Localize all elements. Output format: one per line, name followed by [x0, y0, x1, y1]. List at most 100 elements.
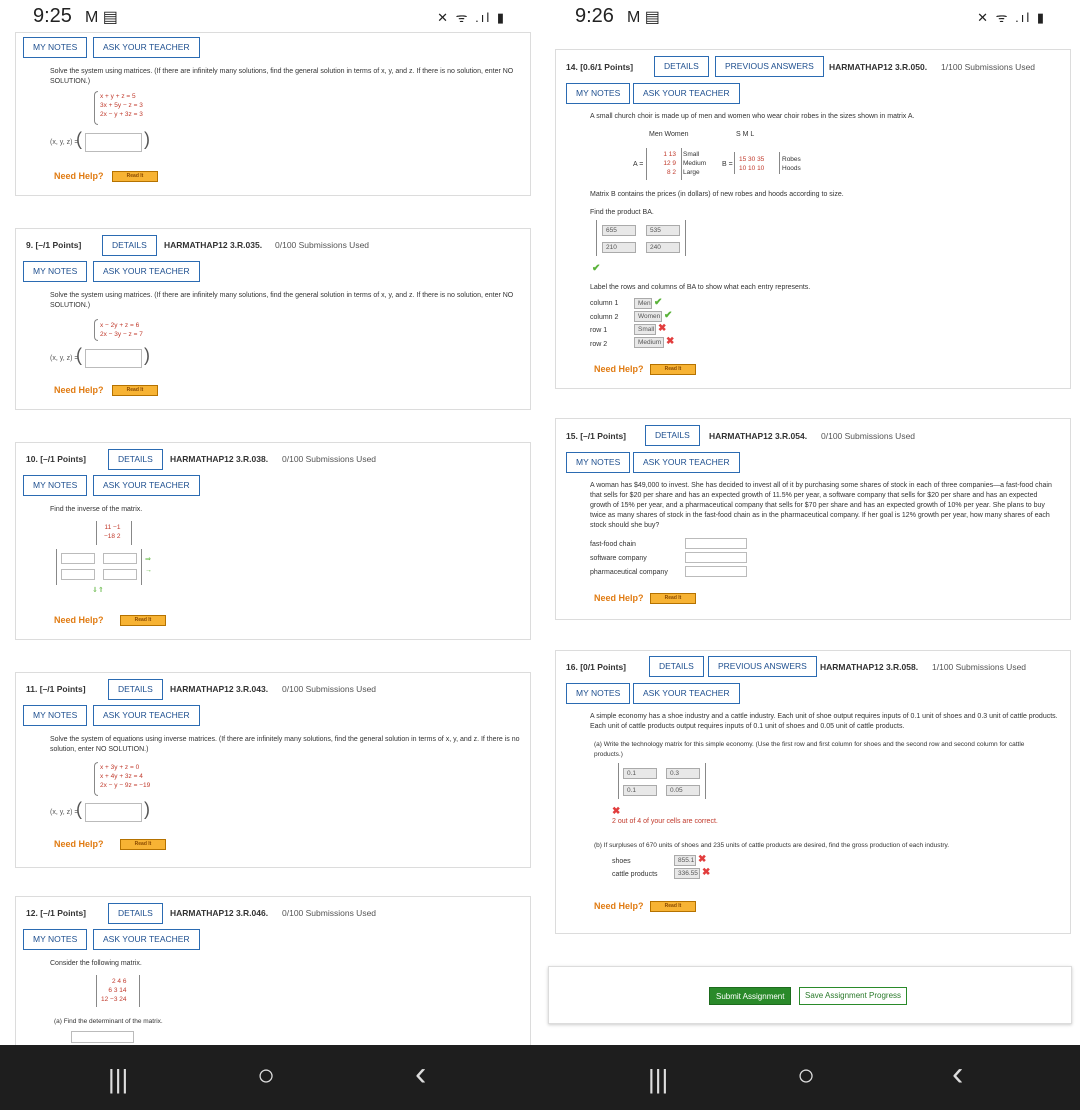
- question-card-12: 12. [–/1 Points] DETAILS HARMATHAP12 3.R…: [15, 896, 531, 1046]
- label-select[interactable]: Women: [634, 311, 662, 322]
- ask-teacher-button[interactable]: ASK YOUR TEACHER: [93, 705, 200, 726]
- read-it-button[interactable]: Read It: [120, 839, 166, 850]
- matrix-cell[interactable]: 0.1: [623, 768, 657, 779]
- home-icon[interactable]: ○: [257, 1059, 275, 1093]
- back-icon[interactable]: ‹: [952, 1055, 963, 1094]
- incorrect-x-icon: ✖: [702, 867, 711, 878]
- matrix-cell[interactable]: 0.05: [666, 785, 700, 796]
- read-it-button[interactable]: Read It: [120, 615, 166, 626]
- matrix-cell-input[interactable]: [103, 553, 137, 564]
- details-button[interactable]: DETAILS: [654, 56, 709, 77]
- submissions-used: 0/100 Submissions Used: [821, 431, 916, 441]
- details-button[interactable]: DETAILS: [645, 425, 700, 446]
- question-card-16: 16. [0/1 Points] DETAILS PREVIOUS ANSWER…: [555, 650, 1071, 934]
- matrix-b-name: B =: [722, 161, 733, 168]
- question-prompt: Solve the system using matrices. (If the…: [50, 68, 514, 85]
- my-notes-button[interactable]: MY NOTES: [23, 475, 88, 496]
- matrix-cell[interactable]: 655: [602, 225, 636, 236]
- question-code: HARMATHAP12 3.R.038.: [170, 454, 269, 464]
- answer-input[interactable]: [85, 133, 142, 152]
- matrix-b-description: Matrix B contains the prices (in dollars…: [590, 191, 844, 198]
- add-row-arrow-icon[interactable]: ⇓⇑: [92, 586, 104, 594]
- matrix-cell-input[interactable]: [61, 569, 95, 580]
- my-notes-button[interactable]: MY NOTES: [23, 37, 88, 58]
- details-button[interactable]: DETAILS: [108, 449, 163, 470]
- need-help-label: Need Help?: [594, 364, 644, 374]
- read-it-button[interactable]: Read It: [650, 364, 696, 375]
- matrix-cell[interactable]: 210: [602, 242, 636, 253]
- my-notes-button[interactable]: MY NOTES: [566, 83, 631, 104]
- read-it-button[interactable]: Read It: [112, 171, 158, 182]
- read-it-button[interactable]: Read It: [112, 385, 158, 396]
- fast-food-input[interactable]: [685, 538, 747, 549]
- recent-apps-icon[interactable]: |||: [108, 1064, 128, 1095]
- ask-teacher-button[interactable]: ASK YOUR TEACHER: [93, 37, 200, 58]
- notification-icons: M ▤: [627, 9, 660, 26]
- details-button[interactable]: DETAILS: [102, 235, 157, 256]
- back-icon[interactable]: ‹: [415, 1055, 426, 1094]
- read-it-button[interactable]: Read It: [650, 593, 696, 604]
- answer-input[interactable]: [85, 349, 142, 368]
- question-number: 10. [–/1 Points]: [26, 454, 87, 464]
- question-number: 11. [–/1 Points]: [26, 684, 86, 694]
- matrix-cell-input[interactable]: [103, 569, 137, 580]
- submissions-used: 0/100 Submissions Used: [275, 240, 370, 250]
- shoes-answer[interactable]: 855.1: [674, 855, 696, 866]
- need-help-label: Need Help?: [54, 171, 104, 181]
- matrix-b-row-labels: Robes Hoods: [782, 156, 801, 172]
- label-select[interactable]: Medium: [634, 337, 664, 348]
- submit-assignment-button[interactable]: Submit Assignment: [709, 987, 792, 1005]
- brace: [94, 762, 98, 796]
- pharmaceutical-input[interactable]: [685, 566, 747, 577]
- my-notes-button[interactable]: MY NOTES: [566, 452, 631, 473]
- label-prompt: Label the rows and columns of BA to show…: [590, 284, 811, 291]
- matrix-cell[interactable]: 0.1: [623, 785, 657, 796]
- question-prompt: A small church choir is made up of men a…: [590, 113, 915, 120]
- answer-label: (x, y, z) =: [50, 809, 79, 816]
- save-progress-button[interactable]: Save Assignment Progress: [799, 987, 908, 1005]
- find-product-prompt: Find the product BA.: [590, 209, 654, 216]
- right-paren: ): [144, 345, 150, 365]
- read-it-button[interactable]: Read It: [650, 901, 696, 912]
- matrix-cell[interactable]: 0.3: [666, 768, 700, 779]
- equation-system: x − 2y + z = 6 2x − 3y − z = 7: [100, 322, 143, 338]
- left-paren: (: [76, 345, 82, 365]
- my-notes-button[interactable]: MY NOTES: [566, 683, 631, 704]
- details-button[interactable]: DETAILS: [108, 679, 163, 700]
- details-button[interactable]: DETAILS: [649, 656, 704, 677]
- question-number: 16. [0/1 Points]: [566, 662, 627, 672]
- add-column-arrow-icon[interactable]: →: [145, 567, 152, 574]
- previous-answers-button[interactable]: PREVIOUS ANSWERS: [715, 56, 824, 77]
- my-notes-button[interactable]: MY NOTES: [23, 261, 88, 282]
- my-notes-button[interactable]: MY NOTES: [23, 929, 88, 950]
- ask-teacher-button[interactable]: ASK YOUR TEACHER: [93, 261, 200, 282]
- ask-teacher-button[interactable]: ASK YOUR TEACHER: [633, 683, 740, 704]
- home-icon[interactable]: ○: [797, 1059, 815, 1093]
- matrix-a-name: A =: [633, 161, 644, 168]
- incorrect-x-icon: ✖: [698, 854, 707, 865]
- submissions-used: 1/100 Submissions Used: [941, 62, 1036, 72]
- label-select[interactable]: Men: [634, 298, 652, 309]
- answer-input[interactable]: [85, 803, 142, 822]
- matrix-cell[interactable]: 240: [646, 242, 680, 253]
- matrix-cell[interactable]: 535: [646, 225, 680, 236]
- recent-apps-icon[interactable]: |||: [648, 1064, 668, 1095]
- cattle-answer[interactable]: 336.55: [674, 868, 700, 879]
- ask-teacher-button[interactable]: ASK YOUR TEACHER: [93, 929, 200, 950]
- matrix-cell-input[interactable]: [61, 553, 95, 564]
- matrix-a: 1 13 12 98 2: [663, 151, 676, 176]
- need-help-label: Need Help?: [54, 385, 104, 395]
- previous-answers-button[interactable]: PREVIOUS ANSWERS: [708, 656, 817, 677]
- question-card-10: 10. [–/1 Points] DETAILS HARMATHAP12 3.R…: [15, 442, 531, 640]
- ask-teacher-button[interactable]: ASK YOUR TEACHER: [633, 452, 740, 473]
- label-select[interactable]: Small: [634, 324, 656, 335]
- ask-teacher-button[interactable]: ASK YOUR TEACHER: [633, 83, 740, 104]
- software-input[interactable]: [685, 552, 747, 563]
- add-column-arrow-icon[interactable]: ⇒: [145, 555, 151, 563]
- my-notes-button[interactable]: MY NOTES: [23, 705, 88, 726]
- question-code: HARMATHAP12 3.R.035.: [164, 240, 263, 250]
- android-nav-bar: ||| ○ ‹: [0, 1045, 540, 1110]
- ask-teacher-button[interactable]: ASK YOUR TEACHER: [93, 475, 200, 496]
- determinant-input[interactable]: [71, 1031, 134, 1043]
- details-button[interactable]: DETAILS: [108, 903, 163, 924]
